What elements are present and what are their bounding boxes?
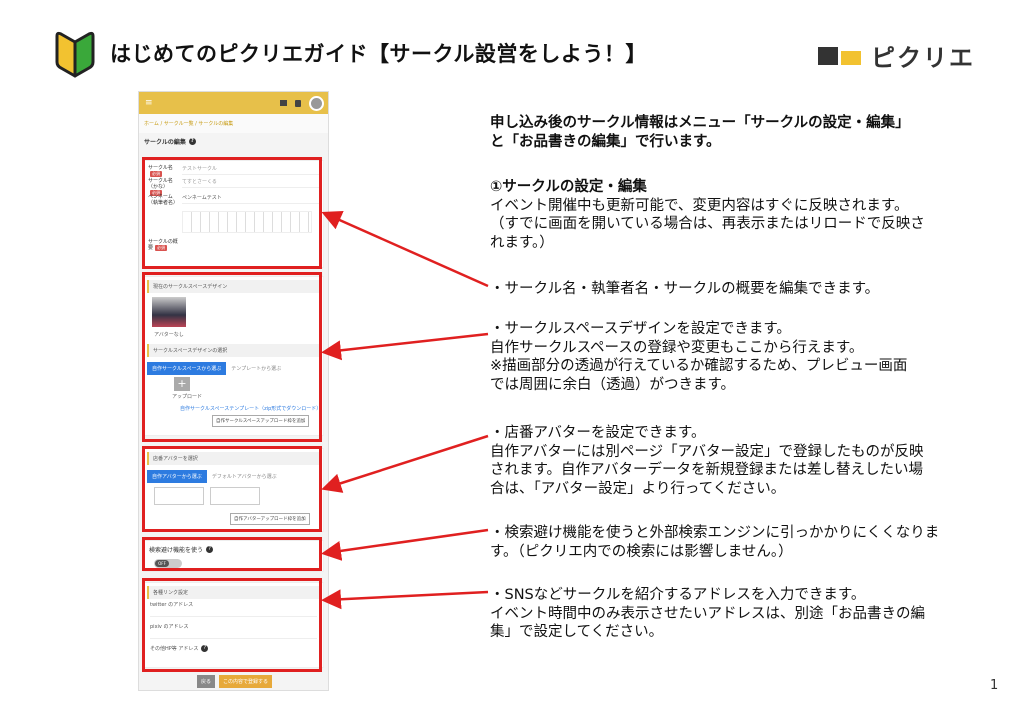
basic-info-description: ・サークル名・執筆者名・サークルの概要を編集できます。: [490, 280, 980, 299]
section-settings-text: ①サークルの設定・編集 イベント開催中も更新可能で、変更内容はすぐに反映されます…: [490, 178, 980, 252]
description-line: 自作サークルスペースの登録や変更もここから行えます。: [490, 339, 864, 356]
description-line: では周囲に余白（透過）がつきます。: [490, 376, 736, 393]
section-line: イベント開催中も更新可能で、変更内容はすぐに反映されます。: [490, 197, 909, 214]
arrow-avatar: [321, 434, 489, 493]
highlight-links: [142, 578, 322, 672]
avatar-icon[interactable]: [309, 95, 324, 111]
arrow-basic-info: [321, 210, 489, 288]
description-line: す。（ピクリエ内での検索には影響しません。）: [490, 543, 793, 560]
space-design-description: ・サークルスペースデザインを設定できます。 自作サークルスペースの登録や変更もこ…: [490, 320, 980, 394]
description-line: ・検索避け機能を使うと外部検索エンジンに引っかかりにくくなりま: [490, 525, 940, 541]
description-line: されます。自作アバターデータを新規登録または差し替えしたい場: [490, 462, 923, 478]
section-title: ①サークルの設定・編集: [490, 179, 647, 195]
highlight-space-design: [142, 272, 322, 442]
brand-logo: ピクリエ: [818, 38, 975, 73]
arrow-links: [321, 589, 489, 610]
description-line: ・SNSなどサークルを紹介するアドレスを入力できます。: [490, 587, 866, 603]
avatar-description: ・店番アバターを設定できます。 自作アバターには別ページ「アバター設定」で登録し…: [490, 424, 980, 498]
beginner-mark-icon: [55, 31, 95, 78]
intro-text: 申し込み後のサークル情報はメニュー「サークルの設定・編集」 と「お品書きの編集」…: [490, 114, 980, 151]
brand-mark-icon: [818, 46, 861, 65]
edit-heading-text: サークルの編集: [144, 139, 186, 146]
save-button[interactable]: この内容で登録する: [219, 675, 273, 688]
back-button[interactable]: 戻る: [197, 675, 216, 688]
arrow-search-avoid: [321, 528, 489, 561]
intro-line: と「お品書きの編集」で行います。: [490, 133, 721, 150]
app-topbar: ≡: [139, 92, 328, 114]
description-line: 合は、「アバター設定」より行ってください。: [490, 480, 786, 497]
section-line: れます。）: [490, 234, 554, 251]
description-line: イベント時間中のみ表示させたいアドレスは、別途「お品書きの編: [490, 605, 925, 622]
menu-icon[interactable]: ≡: [145, 98, 153, 108]
highlight-basic-info: [142, 157, 322, 269]
highlight-avatar: [142, 446, 322, 532]
description-line: 集」で設定してください。: [490, 624, 664, 640]
intro-line: 申し込み後のサークル情報はメニュー「サークルの設定・編集」: [490, 115, 910, 131]
section-line: （すでに画面を開いている場合は、再表示またはリロードで反映さ: [490, 216, 925, 232]
page-number: 1: [990, 678, 999, 693]
edit-heading: サークルの編集 ?: [139, 133, 328, 150]
mail-icon[interactable]: [280, 100, 287, 106]
description-line: ・店番アバターを設定できます。: [490, 425, 706, 441]
links-description: ・SNSなどサークルを紹介するアドレスを入力できます。 イベント時間中のみ表示さ…: [490, 586, 980, 642]
bag-icon[interactable]: [295, 99, 301, 107]
breadcrumb[interactable]: ホーム / サークル一覧 / サークルの編集: [139, 114, 328, 133]
page-title: はじめてのピクリエガイド【サークル設営をしよう！】: [110, 42, 647, 66]
search-avoid-description: ・検索避け機能を使うと外部検索エンジンに引っかかりにくくなりま す。（ピクリエ内…: [490, 524, 980, 561]
description-line: ※描画部分の透過が行えているか確認するため、プレビュー画面: [490, 358, 908, 374]
arrow-space-design: [321, 332, 489, 361]
brand-name: ピクリエ: [871, 44, 975, 72]
help-icon[interactable]: ?: [188, 138, 196, 145]
highlight-search-avoid: [142, 537, 322, 571]
description-line: 自作アバターには別ページ「アバター設定」で登録したものが反映: [490, 443, 924, 460]
description-line: ・サークル名・執筆者名・サークルの概要を編集できます。: [490, 281, 880, 297]
description-line: ・サークルスペースデザインを設定できます。: [490, 321, 791, 337]
